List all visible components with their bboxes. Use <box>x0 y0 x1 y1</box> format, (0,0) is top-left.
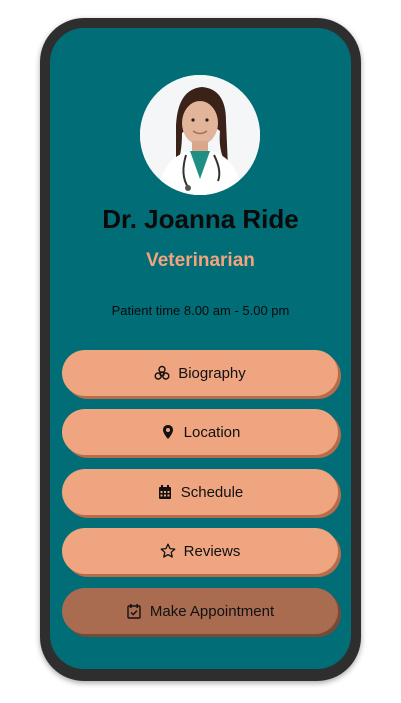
map-pin-icon <box>160 424 176 440</box>
doctor-title: Veterinarian <box>146 250 255 271</box>
schedule-label: Schedule <box>180 483 244 501</box>
reviews-button[interactable]: Reviews <box>62 528 338 574</box>
app-screen: Dr. Joanna Ride Veterinarian Patient tim… <box>50 28 351 669</box>
schedule-button[interactable]: Schedule <box>62 469 338 515</box>
doctor-name: Dr. Joanna Ride <box>102 204 299 234</box>
patient-hours: Patient time 8.00 am - 5.00 pm <box>111 303 290 318</box>
calendar-icon <box>157 484 173 500</box>
doctor-avatar <box>140 75 260 195</box>
calendar-check-icon <box>126 603 142 619</box>
biohazard-icon <box>154 365 170 381</box>
location-label: Location <box>183 423 241 441</box>
location-button[interactable]: Location <box>62 409 338 455</box>
star-icon <box>160 543 176 559</box>
make-appointment-label: Make Appointment <box>149 602 275 620</box>
reviews-label: Reviews <box>183 542 241 560</box>
biography-label: Biography <box>178 364 246 382</box>
make-appointment-button[interactable]: Make Appointment <box>62 588 338 634</box>
biography-button[interactable]: Biography <box>62 350 338 396</box>
doctor-photo <box>140 75 260 195</box>
phone-frame: Dr. Joanna Ride Veterinarian Patient tim… <box>40 18 361 681</box>
